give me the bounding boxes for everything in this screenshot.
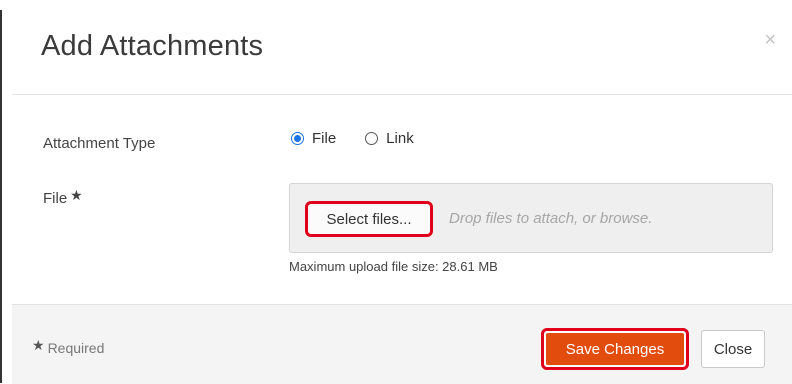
- attachment-type-label: Attachment Type: [43, 135, 156, 152]
- attachment-type-radio-group: File Link: [291, 130, 414, 147]
- close-button[interactable]: Close: [701, 330, 765, 368]
- close-icon[interactable]: ×: [764, 30, 776, 50]
- required-text: Required: [47, 340, 105, 356]
- radio-option-file[interactable]: File: [291, 130, 336, 147]
- radio-link-input[interactable]: [365, 132, 379, 145]
- add-attachments-dialog: Add Attachments × Attachment Type File L…: [12, 0, 792, 384]
- dialog-title: Add Attachments: [41, 30, 264, 62]
- radio-file-input[interactable]: [291, 132, 304, 145]
- star-icon: ★: [70, 187, 83, 203]
- save-changes-label: Save Changes: [546, 333, 684, 365]
- dialog-footer: ★ Required Save Changes Close: [12, 304, 792, 384]
- file-drop-zone[interactable]: Select files... Drop files to attach, or…: [289, 183, 773, 253]
- file-label-text: File: [43, 190, 68, 207]
- radio-file-label: File: [312, 130, 337, 147]
- select-files-button[interactable]: Select files...: [305, 201, 433, 237]
- dialog-header: Add Attachments ×: [12, 0, 792, 95]
- file-field-label: File ★: [43, 187, 83, 207]
- required-note: ★ Required: [32, 337, 105, 357]
- radio-option-link[interactable]: Link: [365, 130, 414, 147]
- radio-link-label: Link: [386, 130, 414, 147]
- window-left-edge: [0, 10, 2, 383]
- max-upload-size-text: Maximum upload file size: 28.61 MB: [289, 259, 498, 274]
- save-changes-button[interactable]: Save Changes: [541, 328, 689, 370]
- drop-hint-text: Drop files to attach, or browse.: [449, 210, 653, 227]
- star-icon: ★: [32, 337, 45, 353]
